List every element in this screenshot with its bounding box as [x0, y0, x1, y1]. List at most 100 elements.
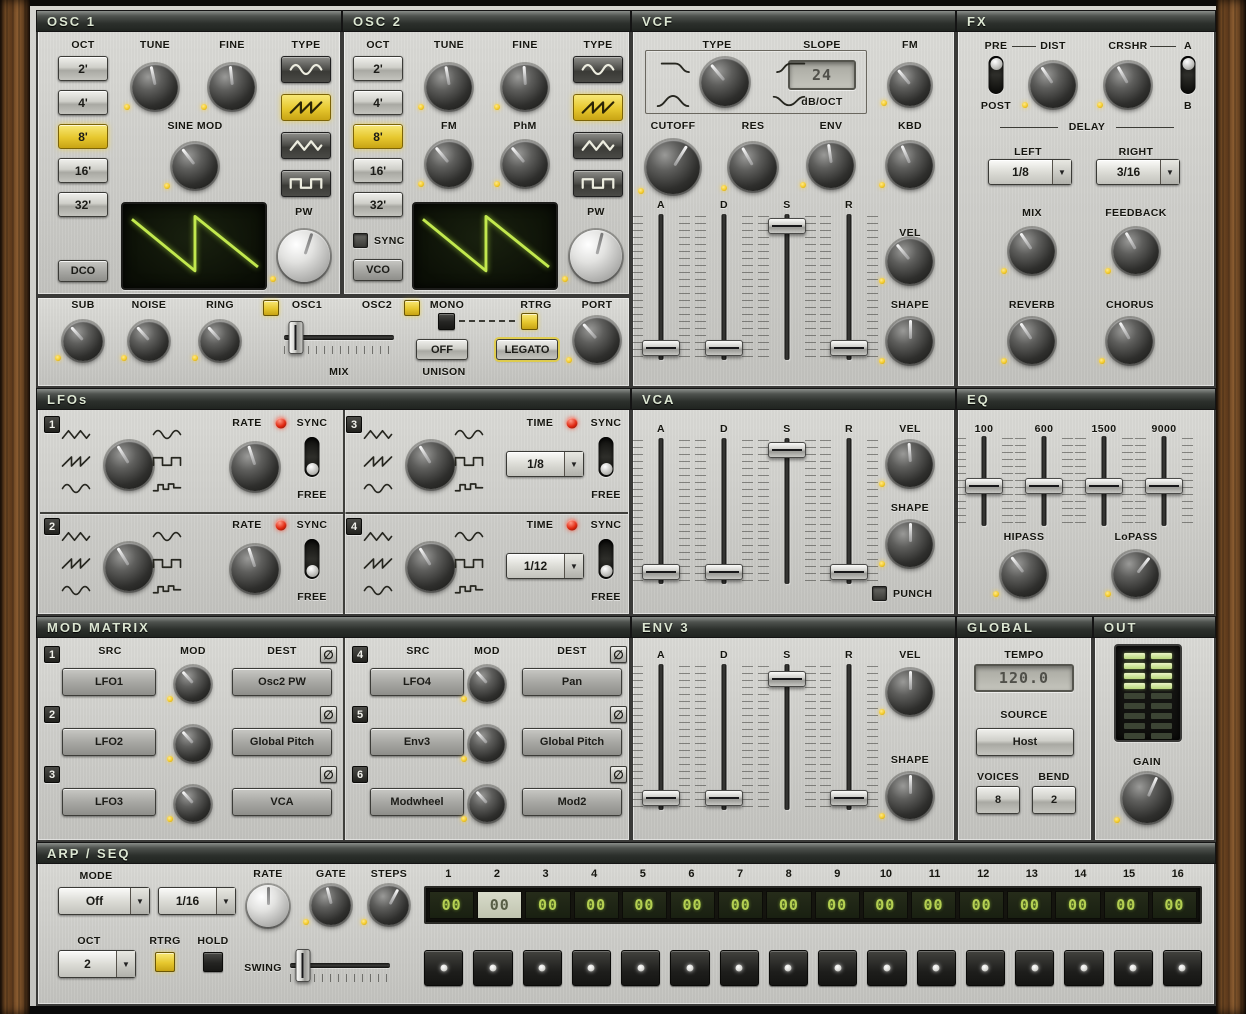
chorus-knob[interactable] — [1107, 318, 1153, 364]
slider-cap[interactable] — [1145, 478, 1183, 494]
chevron-down-icon[interactable]: ▼ — [1052, 160, 1071, 184]
mod-slot2-source-button[interactable]: LFO2 — [62, 728, 156, 756]
delay-right-dropdown[interactable]: 3/16▼ — [1096, 159, 1180, 185]
step-button-3[interactable] — [523, 950, 562, 986]
slider-cap[interactable] — [1025, 478, 1063, 494]
toggle-ball[interactable] — [600, 565, 612, 577]
osc2-wave-square-button[interactable] — [573, 170, 623, 197]
env3-release-slider[interactable] — [830, 664, 868, 810]
vcf-release-slider[interactable] — [830, 214, 868, 360]
mod-slot2-dest-button[interactable]: Global Pitch — [232, 728, 332, 756]
osc1-pw-knob[interactable] — [278, 230, 330, 282]
kbd-knob[interactable] — [887, 142, 933, 188]
arp-mode-dropdown[interactable]: Off▼ — [58, 887, 150, 915]
mod-slot5-dest-button[interactable]: Global Pitch — [522, 728, 622, 756]
step-button-5[interactable] — [621, 950, 660, 986]
osc2-tune-knob[interactable] — [426, 64, 472, 110]
osc1-sine-mod-knob[interactable] — [172, 143, 218, 189]
eq-band3-slider[interactable] — [1085, 436, 1123, 526]
vcf-vel-knob[interactable] — [887, 238, 933, 284]
arp-rate-knob[interactable] — [247, 885, 289, 927]
osc1-wave-sine-button[interactable] — [281, 56, 331, 83]
slider-cap[interactable] — [705, 564, 743, 580]
mod-slot6-bypass-icon[interactable]: ∅ — [610, 766, 627, 783]
slider-cap[interactable] — [830, 564, 868, 580]
highpass-filter-icon[interactable] — [772, 58, 806, 76]
step-button-1[interactable] — [424, 950, 463, 986]
chevron-down-icon[interactable]: ▼ — [1160, 160, 1179, 184]
res-knob[interactable] — [729, 143, 777, 191]
step-button-7[interactable] — [720, 950, 759, 986]
lfo4-wave-icons-left[interactable] — [363, 529, 393, 598]
mod-slot4-bypass-icon[interactable]: ∅ — [610, 646, 627, 663]
dist-knob[interactable] — [1030, 62, 1076, 108]
delay-mix-knob[interactable] — [1009, 228, 1055, 274]
mod-slot2-amount-knob[interactable] — [175, 726, 211, 762]
reverb-knob[interactable] — [1009, 318, 1055, 364]
mod-slot3-dest-button[interactable]: VCA — [232, 788, 332, 816]
mod-slot5-source-button[interactable]: Env3 — [370, 728, 464, 756]
slider-cap[interactable] — [768, 218, 806, 234]
slider-cap[interactable] — [768, 671, 806, 687]
lowpass-filter-icon[interactable] — [660, 58, 694, 76]
lfo3-wave-icons-right[interactable] — [454, 427, 484, 496]
arp-rate-dropdown[interactable]: 1/16▼ — [158, 887, 236, 915]
osc1-oct-16'-button[interactable]: 16' — [58, 158, 108, 183]
mod-slot5-amount-knob[interactable] — [469, 726, 505, 762]
osc2-wave-saw-button[interactable] — [573, 94, 623, 121]
osc2-pw-knob[interactable] — [570, 230, 622, 282]
step-button-9[interactable] — [818, 950, 857, 986]
bandpass-filter-icon[interactable] — [656, 92, 690, 110]
feedback-knob[interactable] — [1113, 228, 1159, 274]
osc1-wave-square-button[interactable] — [281, 170, 331, 197]
osc2-oct-32'-button[interactable]: 32' — [353, 192, 403, 217]
mod-slot6-amount-knob[interactable] — [469, 786, 505, 822]
eq-band4-slider[interactable] — [1145, 436, 1183, 526]
chevron-down-icon[interactable]: ▼ — [116, 951, 135, 977]
slider-cap[interactable] — [295, 949, 310, 982]
osc1-fine-knob[interactable] — [209, 64, 255, 110]
vcf-attack-slider[interactable] — [642, 214, 680, 360]
slider-cap[interactable] — [642, 564, 680, 580]
slider-cap[interactable] — [705, 340, 743, 356]
osc1-dco-button[interactable]: DCO — [58, 260, 108, 282]
vcf-fm-knob[interactable] — [889, 64, 931, 106]
mod-slot4-dest-button[interactable]: Pan — [522, 668, 622, 696]
lfo4-time-dropdown[interactable]: 1/12▼ — [506, 553, 584, 579]
voices-button[interactable]: 8 — [976, 786, 1020, 814]
env3-sustain-slider[interactable] — [768, 664, 806, 810]
vca-sustain-slider[interactable] — [768, 438, 806, 584]
env3-vel-knob[interactable] — [887, 669, 933, 715]
arp-oct-dropdown[interactable]: 2▼ — [58, 950, 136, 978]
lfo1-wave-icons-right[interactable] — [152, 427, 182, 496]
eq-band2-slider[interactable] — [1025, 436, 1063, 526]
step-button-6[interactable] — [670, 950, 709, 986]
step-button-10[interactable] — [867, 950, 906, 986]
chevron-down-icon[interactable]: ▼ — [564, 554, 583, 578]
crshr-ab-toggle[interactable] — [1181, 56, 1196, 94]
toggle-ball[interactable] — [1182, 58, 1194, 70]
env3-shape-knob[interactable] — [887, 773, 933, 819]
mod-slot2-bypass-icon[interactable]: ∅ — [320, 706, 337, 723]
swing-slider[interactable] — [288, 949, 392, 983]
osc2-sync-checkbox[interactable] — [353, 233, 368, 248]
osc2-fm-knob[interactable] — [426, 141, 472, 187]
vcf-sustain-slider[interactable] — [768, 214, 806, 360]
mod-slot6-dest-button[interactable]: Mod2 — [522, 788, 622, 816]
toggle-ball[interactable] — [306, 463, 318, 475]
osc2-oct-4'-button[interactable]: 4' — [353, 90, 403, 115]
env3-decay-slider[interactable] — [705, 664, 743, 810]
step-button-4[interactable] — [572, 950, 611, 986]
gate-knob[interactable] — [311, 885, 351, 925]
slider-cap[interactable] — [830, 790, 868, 806]
portamento-knob[interactable] — [574, 317, 620, 363]
slider-cap[interactable] — [642, 790, 680, 806]
noise-knob[interactable] — [129, 321, 169, 361]
lfo3-time-dropdown[interactable]: 1/8▼ — [506, 451, 584, 477]
mod-slot1-dest-button[interactable]: Osc2 PW — [232, 668, 332, 696]
slider-cap[interactable] — [642, 340, 680, 356]
crshr-knob[interactable] — [1105, 62, 1151, 108]
step-button-12[interactable] — [966, 950, 1005, 986]
chevron-down-icon[interactable]: ▼ — [130, 888, 149, 914]
vca-release-slider[interactable] — [830, 438, 868, 584]
